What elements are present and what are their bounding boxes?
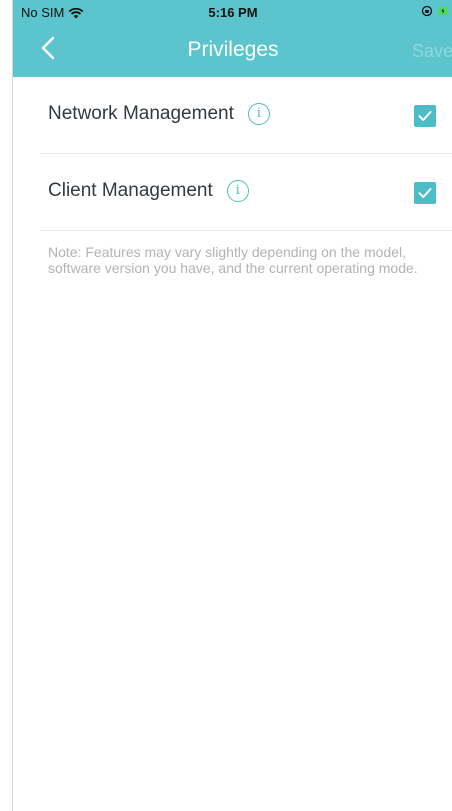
privilege-label-container: Network Management i bbox=[48, 103, 270, 125]
privilege-label-container: Client Management i bbox=[48, 180, 249, 202]
status-right bbox=[421, 5, 449, 17]
privileges-list: Network Management i Client Management i… bbox=[13, 77, 452, 276]
network-management-checkbox[interactable] bbox=[414, 105, 436, 127]
nav-bar: Privileges Save bbox=[13, 22, 452, 77]
status-bar: No SIM 5:16 PM bbox=[13, 0, 452, 22]
page-title: Privileges bbox=[187, 38, 279, 61]
checkmark-icon bbox=[418, 111, 432, 121]
feature-note: Note: Features may vary slightly dependi… bbox=[48, 244, 418, 276]
info-icon[interactable]: i bbox=[226, 180, 249, 202]
client-management-checkbox[interactable] bbox=[414, 182, 436, 204]
rotation-lock-icon bbox=[421, 5, 433, 17]
app-screen: No SIM 5:16 PM Privileges Save Network M… bbox=[12, 0, 452, 811]
privilege-label: Network Management bbox=[48, 103, 234, 124]
save-button[interactable]: Save bbox=[412, 41, 452, 62]
checkmark-icon bbox=[418, 188, 432, 198]
privilege-row-client-management: Client Management i bbox=[40, 154, 452, 231]
battery-icon bbox=[438, 7, 448, 15]
header: No SIM 5:16 PM Privileges Save bbox=[13, 0, 452, 77]
privilege-label: Client Management bbox=[48, 180, 213, 201]
info-icon[interactable]: i bbox=[247, 103, 270, 125]
status-time: 5:16 PM bbox=[208, 5, 258, 20]
privilege-row-network-management: Network Management i bbox=[40, 77, 452, 154]
